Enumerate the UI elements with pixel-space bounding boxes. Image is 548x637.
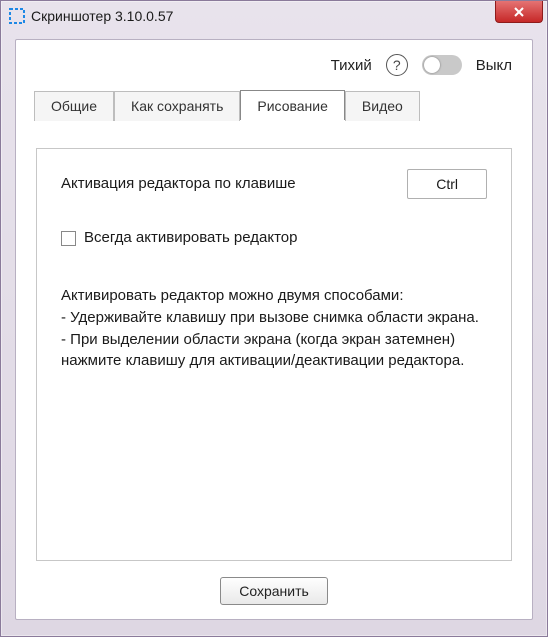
panel-inner: Активация редактора по клавише Ctrl Всег… [37,149,511,392]
toggle-knob [424,57,440,73]
activation-key-value: Ctrl [436,176,458,192]
help-button[interactable]: ? [386,54,408,76]
always-activate-label: Всегда активировать редактор [84,227,298,249]
tab-panel-drawing: Активация редактора по клавише Ctrl Всег… [36,148,512,561]
always-activate-checkbox[interactable] [61,231,76,246]
settings-window: Скриншотер 3.10.0.57 Тихий ? Выкл Общие … [0,0,548,637]
close-button[interactable] [495,1,543,23]
tab-general[interactable]: Общие [34,91,114,121]
activation-key-select[interactable]: Ctrl [407,169,487,199]
tab-video[interactable]: Видео [345,91,420,121]
window-title: Скриншотер 3.10.0.57 [31,8,495,24]
quiet-toggle[interactable] [422,55,462,75]
activation-description: Активировать редактор можно двумя способ… [61,285,487,372]
tab-strip: Общие Как сохранять Рисование Видео [16,90,532,120]
quiet-label: Тихий [331,57,372,74]
footer: Сохранить [16,577,532,605]
close-icon [513,6,525,18]
save-button[interactable]: Сохранить [220,577,328,605]
app-icon [9,8,25,24]
tab-save[interactable]: Как сохранять [114,91,240,121]
always-activate-row: Всегда активировать редактор [61,227,487,249]
toggle-state-label: Выкл [476,57,512,74]
content-area: Тихий ? Выкл Общие Как сохранять Рисован… [15,39,533,620]
activation-row: Активация редактора по клавише Ctrl [61,169,487,199]
top-row: Тихий ? Выкл [16,40,532,84]
activation-label: Активация редактора по клавише [61,173,296,195]
titlebar: Скриншотер 3.10.0.57 [1,1,547,31]
help-icon: ? [393,57,401,73]
tab-drawing[interactable]: Рисование [240,90,345,120]
